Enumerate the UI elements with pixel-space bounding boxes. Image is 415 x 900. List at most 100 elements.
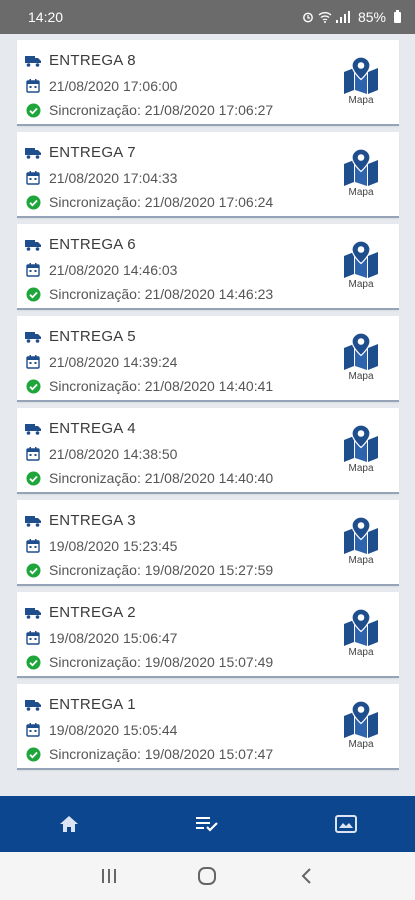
delivery-card[interactable]: ENTREGA 6 21/08/2020 14:46:03 Sincronizaçã… xyxy=(17,224,399,310)
bottom-nav xyxy=(0,796,415,852)
calendar-icon-wrap xyxy=(25,446,41,462)
check-circle-icon xyxy=(26,747,40,761)
truck-icon xyxy=(25,607,41,619)
delivery-date: 19/08/2020 15:05:44 xyxy=(49,722,178,738)
map-button[interactable]: Mapa xyxy=(341,516,381,572)
calendar-icon-wrap xyxy=(25,262,41,278)
map-label: Mapa xyxy=(348,95,374,106)
delivery-date-row: 21/08/2020 14:46:03 xyxy=(25,262,177,278)
delivery-card[interactable]: ENTREGA 4 21/08/2020 14:38:50 Sincronizaçã… xyxy=(17,408,399,494)
check-circle-icon xyxy=(26,195,40,209)
calendar-icon xyxy=(26,631,40,645)
delivery-title: ENTREGA 6 xyxy=(49,236,136,253)
map-button[interactable]: Mapa xyxy=(341,700,381,756)
calendar-icon xyxy=(26,263,40,277)
delivery-card[interactable]: ENTREGA 5 21/08/2020 14:39:24 Sincronizaçã… xyxy=(17,316,399,402)
home-circle-icon xyxy=(198,867,217,885)
map-button[interactable]: Mapa xyxy=(341,332,381,388)
truck-icon xyxy=(25,423,41,435)
delivery-card[interactable]: ENTREGA 2 19/08/2020 15:06:47 Sincronizaçã… xyxy=(17,592,399,678)
delivery-date: 21/08/2020 14:39:24 xyxy=(49,354,178,370)
map-label: Mapa xyxy=(348,555,374,566)
check-circle-icon xyxy=(26,563,40,577)
truck-icon-wrap xyxy=(25,237,41,253)
status-time: 14:20 xyxy=(28,9,64,25)
delivery-date: 21/08/2020 14:46:03 xyxy=(49,262,178,278)
calendar-icon-wrap xyxy=(25,354,41,370)
delivery-title-row: ENTREGA 2 xyxy=(25,604,136,621)
map-button[interactable]: Mapa xyxy=(341,148,381,204)
status-bar: 14:20 85% xyxy=(0,0,415,34)
signal-icon xyxy=(335,11,350,23)
calendar-icon xyxy=(26,723,40,737)
check-circle-icon xyxy=(26,379,40,393)
truck-icon-wrap xyxy=(25,513,41,529)
delivery-title-row: ENTREGA 7 xyxy=(25,144,136,161)
delivery-sync: Sincronização: 19/08/2020 15:07:47 xyxy=(49,746,274,762)
delivery-date-row: 19/08/2020 15:05:44 xyxy=(25,722,177,738)
delivery-card[interactable]: ENTREGA 3 19/08/2020 15:23:45 Sincronizaçã… xyxy=(17,500,399,586)
truck-icon xyxy=(25,699,41,711)
delivery-card[interactable]: ENTREGA 8 21/08/2020 17:06:00 Sincronizaçã… xyxy=(17,40,399,126)
home-system-button[interactable] xyxy=(187,856,227,896)
delivery-title: ENTREGA 7 xyxy=(49,144,136,161)
delivery-title-row: ENTREGA 1 xyxy=(25,696,136,713)
nav-deliveries-button[interactable] xyxy=(183,800,231,848)
delivery-card[interactable]: ENTREGA 7 21/08/2020 17:04:33 Sincronizaçã… xyxy=(17,132,399,218)
nav-gallery-button[interactable] xyxy=(322,800,370,848)
delivery-date-row: 19/08/2020 15:23:45 xyxy=(25,538,177,554)
map-label: Mapa xyxy=(348,279,374,290)
check-circle-icon xyxy=(26,471,40,485)
delivery-sync: Sincronização: 21/08/2020 17:06:24 xyxy=(49,194,274,210)
delivery-title: ENTREGA 5 xyxy=(49,328,136,345)
map-button[interactable]: Mapa xyxy=(341,608,381,664)
delivery-date-row: 21/08/2020 17:06:00 xyxy=(25,78,177,94)
system-nav-bar xyxy=(0,852,415,900)
nav-home-button[interactable] xyxy=(45,800,93,848)
truck-icon xyxy=(25,147,41,159)
delivery-title: ENTREGA 3 xyxy=(49,512,136,529)
truck-icon xyxy=(25,515,41,527)
map-button[interactable]: Mapa xyxy=(341,56,381,112)
check-circle-icon-wrap xyxy=(25,562,41,578)
map-button[interactable]: Mapa xyxy=(341,240,381,296)
check-circle-icon-wrap xyxy=(25,654,41,670)
back-icon xyxy=(301,868,311,884)
delivery-date: 19/08/2020 15:06:47 xyxy=(49,630,178,646)
delivery-sync: Sincronização: 19/08/2020 15:27:59 xyxy=(49,562,274,578)
delivery-sync: Sincronização: 19/08/2020 15:07:49 xyxy=(49,654,274,670)
battery-icon xyxy=(394,9,401,23)
truck-icon xyxy=(25,239,41,251)
check-circle-icon-wrap xyxy=(25,378,41,394)
delivery-date: 21/08/2020 17:04:33 xyxy=(49,170,178,186)
check-circle-icon-wrap xyxy=(25,102,41,118)
map-label: Mapa xyxy=(348,187,374,198)
wifi-icon xyxy=(318,12,332,23)
delivery-title-row: ENTREGA 3 xyxy=(25,512,136,529)
map-pin-icon xyxy=(344,516,378,554)
delivery-card[interactable]: ENTREGA 1 19/08/2020 15:05:44 Sincronizaçã… xyxy=(17,684,399,770)
delivery-list: ENTREGA 8 21/08/2020 17:06:00 Sincronizaçã… xyxy=(17,40,399,776)
delivery-title: ENTREGA 2 xyxy=(49,604,136,621)
status-icons xyxy=(302,11,352,23)
truck-icon xyxy=(25,55,41,67)
check-circle-icon xyxy=(26,287,40,301)
delivery-sync-row: Sincronização: 19/08/2020 15:07:47 xyxy=(25,746,273,762)
delivery-sync-row: Sincronização: 21/08/2020 14:40:40 xyxy=(25,470,273,486)
calendar-icon-wrap xyxy=(25,722,41,738)
delivery-sync-row: Sincronização: 19/08/2020 15:07:49 xyxy=(25,654,273,670)
calendar-icon-wrap xyxy=(25,170,41,186)
delivery-title: ENTREGA 8 xyxy=(49,52,136,69)
truck-icon xyxy=(25,331,41,343)
truck-icon-wrap xyxy=(25,329,41,345)
recent-apps-button[interactable] xyxy=(89,856,129,896)
calendar-icon-wrap xyxy=(25,78,41,94)
back-button[interactable] xyxy=(286,856,326,896)
calendar-icon xyxy=(26,447,40,461)
map-button[interactable]: Mapa xyxy=(341,424,381,480)
status-right: 85% xyxy=(302,9,401,25)
calendar-icon xyxy=(26,79,40,93)
image-icon xyxy=(334,815,357,833)
delivery-sync: Sincronização: 21/08/2020 14:40:40 xyxy=(49,470,274,486)
delivery-title-row: ENTREGA 8 xyxy=(25,52,136,69)
